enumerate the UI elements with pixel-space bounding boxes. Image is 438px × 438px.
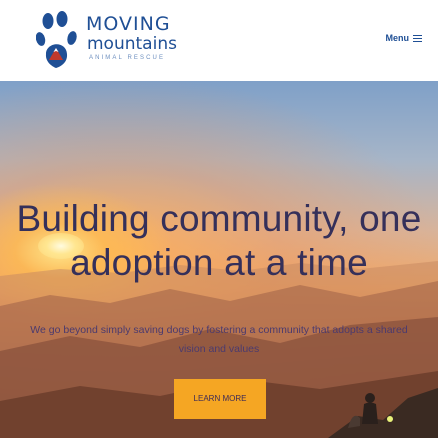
logo-moving: MOVING: [86, 13, 171, 35]
hero-title: Building community, one adoption at a ti…: [0, 197, 438, 285]
menu-label: Menu: [385, 33, 410, 43]
hero-subtitle: We go beyond simply saving dogs by foste…: [0, 321, 438, 359]
hero-subtitle-line1: We go beyond simply saving dogs by foste…: [30, 324, 408, 336]
learn-more-button[interactable]: LEARN MORE: [174, 379, 266, 419]
hero-title-line1: Building community, one: [16, 198, 422, 239]
hamburger-icon: [413, 34, 422, 42]
menu-button[interactable]: Menu: [385, 33, 422, 43]
logo-animal-rescue: ANIMAL RESCUE: [89, 55, 166, 61]
hero-section: Building community, one adoption at a ti…: [0, 81, 438, 438]
logo[interactable]: MOVING mountains ANIMAL RESCUE: [36, 8, 177, 70]
hero-subtitle-line2: vision and values: [178, 343, 260, 355]
site-header: MOVING mountains ANIMAL RESCUE Menu: [0, 0, 438, 82]
logo-mountains: mountains: [87, 34, 177, 54]
hero-title-line2: adoption at a time: [70, 242, 368, 283]
page: MOVING mountains ANIMAL RESCUE Menu Buil…: [0, 0, 438, 438]
hiker-with-dog-silhouette: [328, 388, 438, 438]
logo-text: MOVING mountains ANIMAL RESCUE: [86, 14, 177, 63]
paw-logo-icon: [36, 11, 77, 68]
